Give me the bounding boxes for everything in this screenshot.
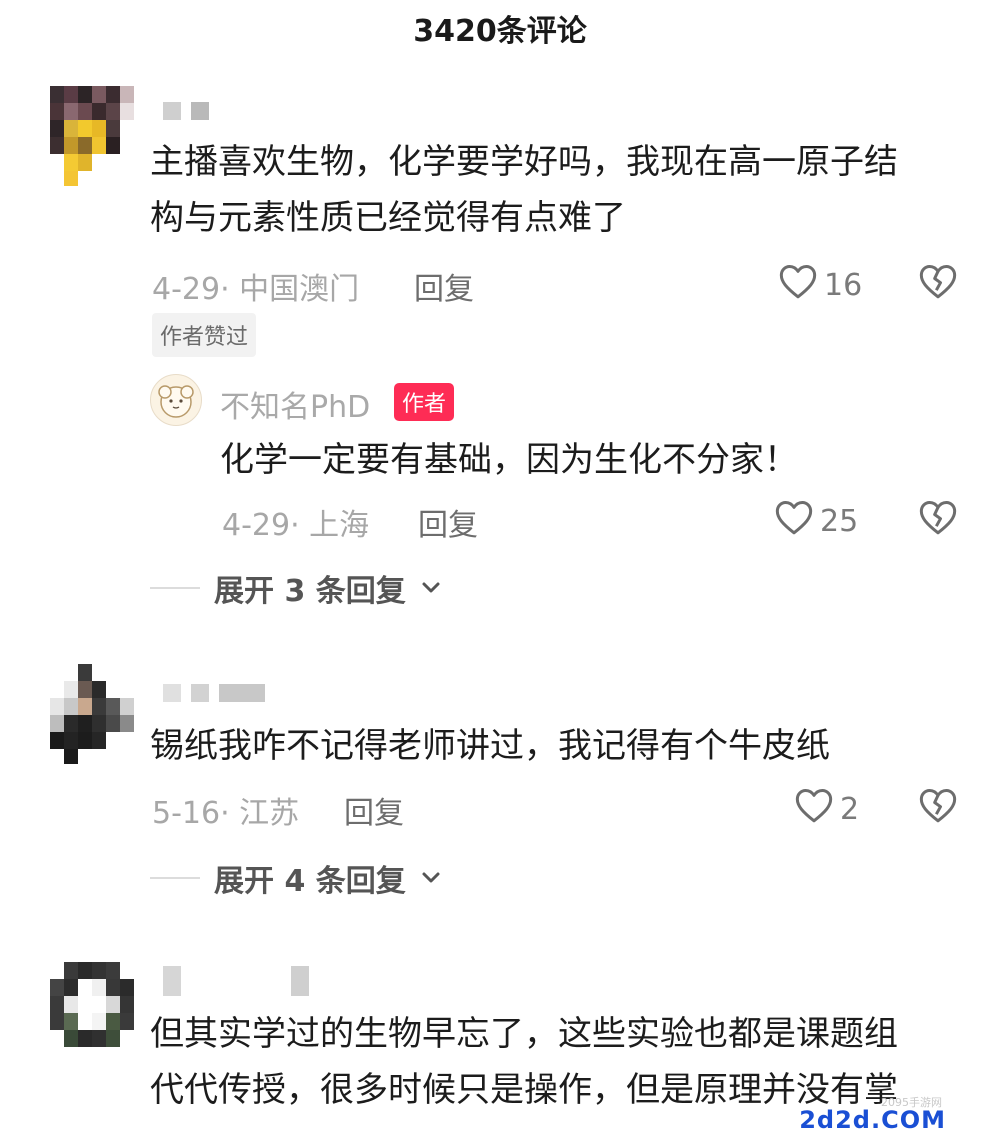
reply-button[interactable]: 回复 xyxy=(414,264,474,308)
like-count: 2 xyxy=(840,791,860,827)
comment-text-line: 构与元素性质已经觉得有点难了 xyxy=(150,198,626,238)
author-badge: 作者 xyxy=(394,383,455,421)
heart-outline-icon xyxy=(774,498,814,544)
username-blurred[interactable] xyxy=(163,102,209,122)
divider-line xyxy=(150,877,200,879)
heart-outline-icon xyxy=(794,786,834,832)
broken-heart-icon xyxy=(918,789,958,828)
like-button[interactable]: 2 xyxy=(794,786,859,832)
expand-replies-label: 展开 4 条回复 xyxy=(214,864,406,899)
comment-text-line: 代代传授，很多时候只是操作，但是原理并没有掌 xyxy=(150,1070,898,1110)
comments-header: 3420条评论 xyxy=(0,0,1000,56)
comment-text: 锡纸我咋不记得老师讲过，我记得有个牛皮纸 xyxy=(150,718,830,774)
author-name[interactable]: 不知名PhD xyxy=(220,382,370,426)
user-avatar[interactable] xyxy=(50,962,134,1062)
user-avatar[interactable] xyxy=(50,86,134,186)
comment-text-line: 但其实学过的生物早忘了，这些实验也都是课题组 xyxy=(150,1014,898,1054)
dislike-button[interactable] xyxy=(918,498,958,540)
like-button[interactable]: 25 xyxy=(774,498,858,544)
reply-button[interactable]: 回复 xyxy=(418,500,478,544)
comment-text: 但其实学过的生物早忘了，这些实验也都是课题组 代代传授，很多时候只是操作，但是原… xyxy=(150,1006,898,1118)
username-blurred[interactable] xyxy=(163,966,309,996)
expand-replies-button[interactable]: 展开 3 条回复 xyxy=(150,566,442,610)
like-count: 25 xyxy=(820,503,859,539)
dislike-button[interactable] xyxy=(918,786,958,828)
comment-text: 主播喜欢生物，化学要学好吗，我现在高一原子结 构与元素性质已经觉得有点难了 xyxy=(150,134,898,246)
chevron-down-icon xyxy=(420,571,442,606)
reply-text: 化学一定要有基础，因为生化不分家！ xyxy=(220,440,798,480)
reply-date-location: 4-29· 上海 xyxy=(222,508,370,543)
comment-date-location: 5-16· 江苏 xyxy=(152,796,300,831)
comment-text-line: 锡纸我咋不记得老师讲过，我记得有个牛皮纸 xyxy=(150,726,830,766)
expand-replies-button[interactable]: 展开 4 条回复 xyxy=(150,856,442,900)
author-avatar[interactable] xyxy=(150,374,202,426)
comment-text-line: 主播喜欢生物，化学要学好吗，我现在高一原子结 xyxy=(150,142,898,182)
expand-replies-label: 展开 3 条回复 xyxy=(214,574,406,609)
comment-date-location: 4-29· 中国澳门 xyxy=(152,272,360,307)
like-count: 16 xyxy=(824,267,863,303)
heart-outline-icon xyxy=(778,262,818,308)
broken-heart-icon xyxy=(918,265,958,304)
chevron-down-icon xyxy=(420,861,442,896)
username-blurred[interactable] xyxy=(163,684,265,704)
reply-button[interactable]: 回复 xyxy=(344,788,404,832)
broken-heart-icon xyxy=(918,501,958,540)
divider-line xyxy=(150,587,200,589)
watermark-logo: 2d2d.COM xyxy=(799,1106,946,1134)
author-liked-tag: 作者赞过 xyxy=(152,313,257,357)
comment-count-title: 3420条评论 xyxy=(413,14,587,49)
dislike-button[interactable] xyxy=(918,262,958,304)
user-avatar[interactable] xyxy=(50,664,134,764)
like-button[interactable]: 16 xyxy=(778,262,862,308)
